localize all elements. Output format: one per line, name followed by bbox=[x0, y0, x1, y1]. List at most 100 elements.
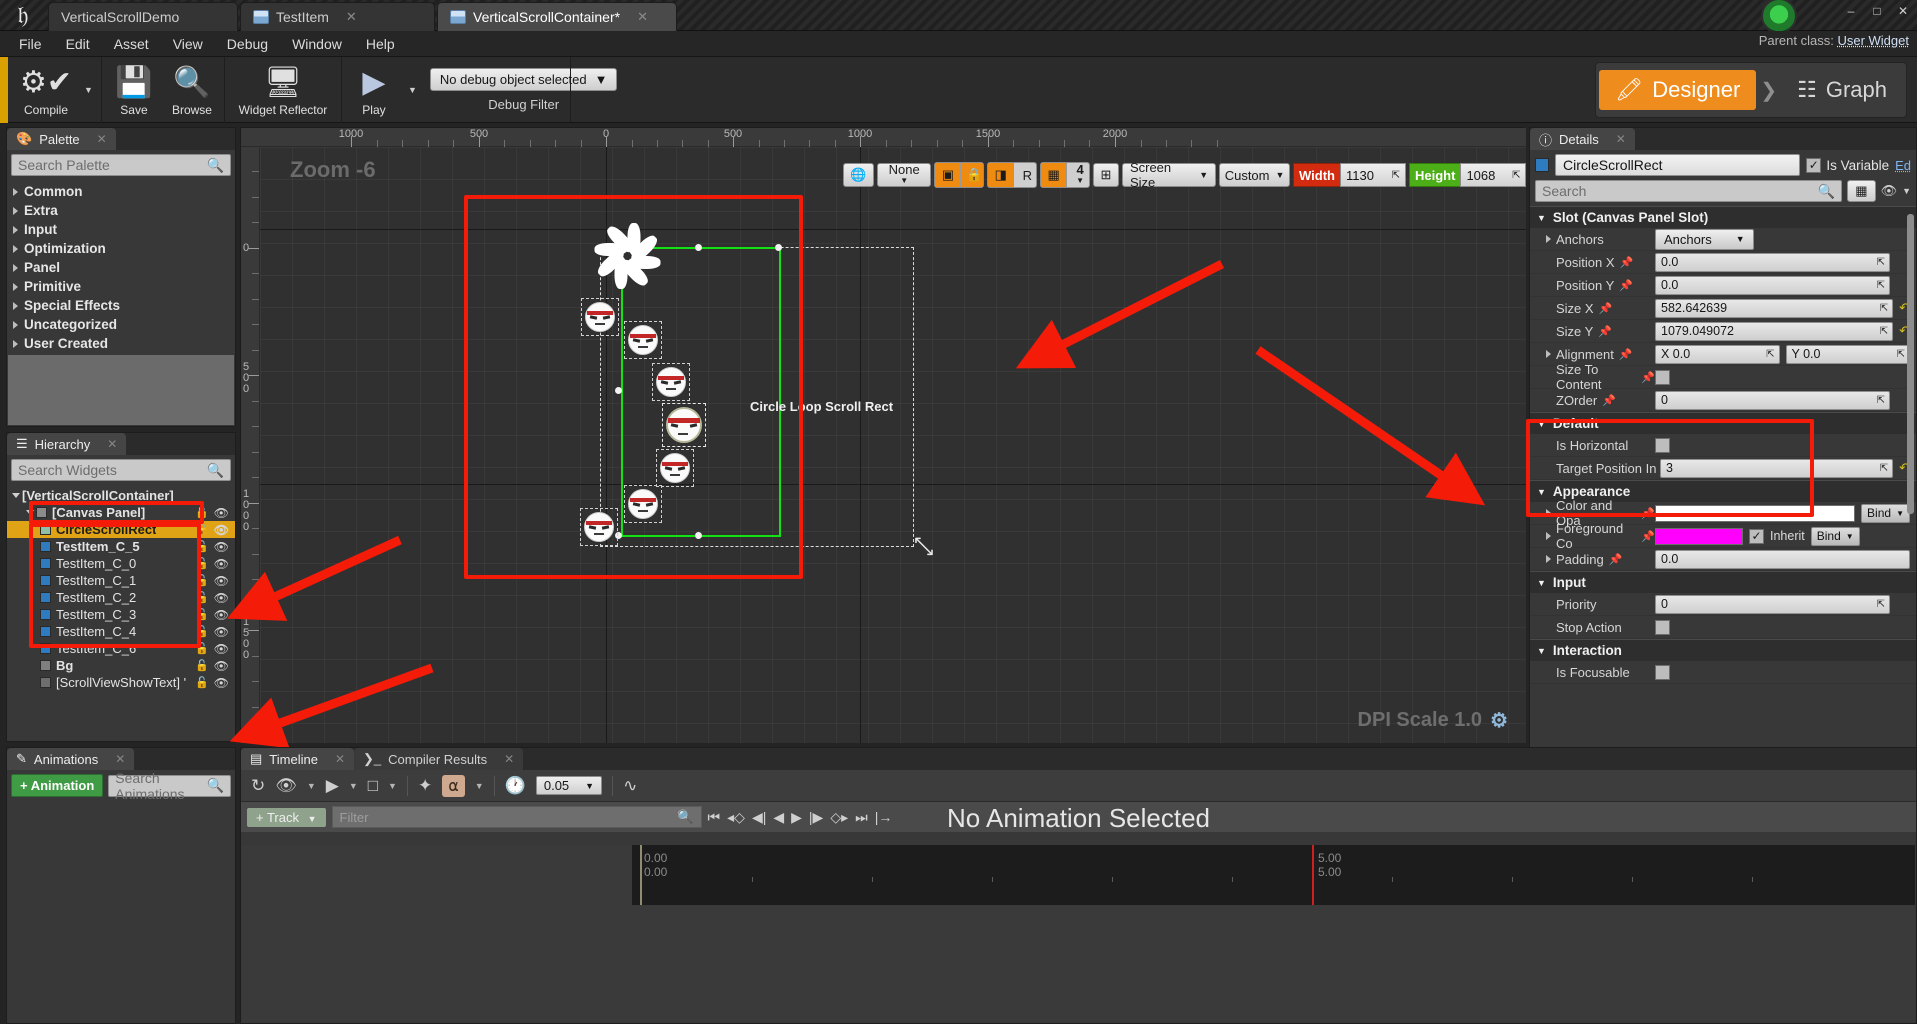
compile-dropdown-caret-icon[interactable]: ▼ bbox=[79, 85, 98, 95]
canvas-grid[interactable]: Zoom -6 ⟷ Circle Loop Scroll Rect DPI Sc… bbox=[260, 147, 1526, 743]
spinner-icon[interactable]: ⇱ bbox=[1877, 599, 1885, 610]
close-icon[interactable]: ✕ bbox=[637, 9, 648, 25]
close-button[interactable]: ✕ bbox=[1895, 4, 1911, 18]
color-bind-button[interactable]: Bind ▼ bbox=[1861, 503, 1910, 523]
save-button[interactable]: 💾 Save bbox=[105, 59, 163, 121]
lock-icon[interactable]: 🔒 bbox=[961, 163, 984, 187]
chevron-down-icon[interactable]: ▼ bbox=[307, 781, 316, 791]
foreground-color-swatch[interactable] bbox=[1655, 527, 1743, 545]
timeline-body[interactable]: No Animation Selected 0.00 0.00 5.00 5.0… bbox=[242, 803, 1915, 1022]
pin-icon[interactable]: 📌 bbox=[1602, 394, 1616, 407]
palette-category-primitive[interactable]: Primitive bbox=[7, 277, 235, 296]
position-y-input[interactable]: 0.0 ⇱ bbox=[1655, 275, 1890, 295]
dashed-outline-icon[interactable]: ▣ bbox=[935, 163, 962, 187]
inherit-checkbox[interactable]: ✓ bbox=[1749, 528, 1764, 544]
foreground-bind-button[interactable]: Bind ▼ bbox=[1810, 526, 1860, 546]
alignment-x-input[interactable]: X 0.0 ⇱ bbox=[1655, 344, 1780, 364]
eye-icon[interactable]: 👁 bbox=[275, 776, 297, 796]
palette-category-optimization[interactable]: Optimization bbox=[7, 239, 235, 258]
close-icon[interactable]: ✕ bbox=[97, 132, 107, 146]
eye-icon[interactable]: 👁 bbox=[214, 625, 229, 639]
reset-icon[interactable]: ↻ bbox=[251, 776, 265, 796]
key-interpolation-icon[interactable]: ✦ bbox=[418, 776, 432, 796]
alignment-y-input[interactable]: Y 0.0 ⇱ bbox=[1785, 344, 1910, 364]
size-to-content-checkbox[interactable] bbox=[1655, 369, 1670, 385]
eye-icon[interactable]: 👁 bbox=[214, 557, 229, 571]
playhead[interactable] bbox=[640, 845, 642, 905]
eye-icon[interactable]: 👁 bbox=[214, 591, 229, 605]
eye-icon[interactable]: 👁 bbox=[214, 540, 229, 554]
close-icon[interactable]: ✕ bbox=[1616, 132, 1626, 146]
add-animation-button[interactable]: + Animation bbox=[11, 774, 104, 797]
chevron-right-icon[interactable] bbox=[1546, 235, 1551, 243]
designer-canvas[interactable]: 1000 500 0 500 1000 1500 2000 0 500 1000… bbox=[240, 127, 1527, 743]
play-button[interactable]: ▶ Play bbox=[345, 59, 403, 121]
lock-icon[interactable]: 🔓 bbox=[195, 659, 209, 672]
spinner-icon[interactable]: ⇱ bbox=[1880, 303, 1888, 314]
window-tab-1[interactable]: TestItem ✕ bbox=[240, 2, 435, 31]
window-tab-0[interactable]: VerticalScrollDemo bbox=[48, 2, 238, 31]
palette-search-input[interactable]: Search Palette 🔍 bbox=[11, 154, 231, 176]
snap-toggle-icon[interactable]: ⍺ bbox=[442, 774, 465, 797]
details-section-input[interactable]: ▼ Input bbox=[1530, 571, 1916, 593]
table-row[interactable]: [ScrollViewShowText] ' 🔓 👁 bbox=[7, 674, 235, 691]
details-section-slot[interactable]: ▼ Slot (Canvas Panel Slot) bbox=[1530, 206, 1916, 228]
widget-reflector-button[interactable]: 🖥 Widget Reflector bbox=[228, 59, 338, 121]
eye-icon[interactable]: 👁 bbox=[214, 676, 229, 690]
edit-link[interactable]: Ed bbox=[1895, 158, 1911, 173]
tab-graph[interactable]: ☷ Graph bbox=[1781, 70, 1903, 110]
palette-category-extra[interactable]: Extra bbox=[7, 201, 235, 220]
tab-timeline[interactable]: ▤ Timeline ✕ bbox=[241, 748, 355, 770]
chevron-down-icon[interactable] bbox=[12, 493, 20, 498]
palette-category-panel[interactable]: Panel bbox=[7, 258, 235, 277]
spinner-icon[interactable]: ⇱ bbox=[1877, 257, 1885, 268]
height-input[interactable]: 1068 ⇱ bbox=[1460, 163, 1527, 187]
priority-input[interactable]: 0 ⇱ bbox=[1655, 594, 1890, 614]
details-section-interaction[interactable]: ▼ Interaction bbox=[1530, 639, 1916, 661]
spinner-icon[interactable]: ⇱ bbox=[1392, 170, 1400, 181]
hierarchy-search-input[interactable]: Search Widgets 🔍 bbox=[11, 459, 231, 481]
minimize-button[interactable]: – bbox=[1843, 4, 1859, 18]
timeline-ruler[interactable]: 0.00 0.00 5.00 5.00 bbox=[632, 845, 1915, 905]
parent-class-value[interactable]: User Widget bbox=[1837, 33, 1909, 48]
tab-details[interactable]: ⓘ Details ✕ bbox=[1530, 128, 1635, 150]
menu-item-asset[interactable]: Asset bbox=[103, 33, 160, 55]
spinner-icon[interactable]: ⇱ bbox=[1897, 349, 1905, 360]
play-dropdown-caret-icon[interactable]: ▼ bbox=[403, 85, 422, 95]
end-marker[interactable] bbox=[1312, 845, 1314, 905]
eye-icon[interactable]: 👁 bbox=[1881, 183, 1898, 199]
chevron-down-icon[interactable]: ▼ bbox=[1902, 186, 1911, 196]
palette-category-user-created[interactable]: User Created bbox=[7, 334, 235, 353]
palette-category-common[interactable]: Common bbox=[7, 182, 235, 201]
debug-object-dropdown[interactable]: No debug object selected ▼ bbox=[429, 68, 618, 91]
width-input[interactable]: 1130 ⇱ bbox=[1340, 163, 1406, 187]
tab-palette[interactable]: 🎨 Palette ✕ bbox=[7, 128, 116, 150]
palette-category-uncategorized[interactable]: Uncategorized bbox=[7, 315, 235, 334]
close-icon[interactable]: ✕ bbox=[107, 437, 117, 451]
menu-item-edit[interactable]: Edit bbox=[55, 33, 101, 55]
menu-item-window[interactable]: Window bbox=[281, 33, 353, 55]
close-icon[interactable]: ✕ bbox=[115, 752, 125, 766]
is-focusable-checkbox[interactable] bbox=[1655, 664, 1670, 680]
padding-input[interactable]: 0.0 bbox=[1655, 549, 1910, 569]
chevron-down-icon[interactable]: ▼ bbox=[388, 781, 397, 791]
menu-item-help[interactable]: Help bbox=[355, 33, 406, 55]
tab-hierarchy[interactable]: ☰ Hierarchy ✕ bbox=[7, 433, 127, 455]
details-scrollbar[interactable] bbox=[1907, 214, 1914, 514]
aspect-dropdown[interactable]: Custom ▼ bbox=[1219, 163, 1291, 187]
chevron-right-icon[interactable] bbox=[1546, 555, 1551, 563]
screen-size-dropdown[interactable]: Screen Size ▼ bbox=[1121, 160, 1217, 190]
stop-icon[interactable]: □ bbox=[368, 776, 378, 796]
eye-icon[interactable]: 👁 bbox=[214, 506, 229, 520]
play-icon[interactable]: ▶ bbox=[326, 776, 339, 796]
eye-icon[interactable]: 👁 bbox=[214, 659, 229, 673]
menu-item-view[interactable]: View bbox=[162, 33, 214, 55]
gear-icon[interactable]: ⚙ bbox=[1490, 708, 1508, 733]
pin-icon[interactable]: 📌 bbox=[1609, 553, 1623, 566]
is-variable-checkbox[interactable]: ✓ Is Variable bbox=[1806, 157, 1889, 173]
spinner-icon[interactable]: ⇱ bbox=[1512, 170, 1520, 181]
animations-search-input[interactable]: Search Animations 🔍 bbox=[108, 770, 231, 802]
tab-compiler-results[interactable]: ❯_ Compiler Results ✕ bbox=[354, 748, 524, 770]
palette-category-input[interactable]: Input bbox=[7, 220, 235, 239]
eye-icon[interactable]: 👁 bbox=[214, 642, 229, 656]
